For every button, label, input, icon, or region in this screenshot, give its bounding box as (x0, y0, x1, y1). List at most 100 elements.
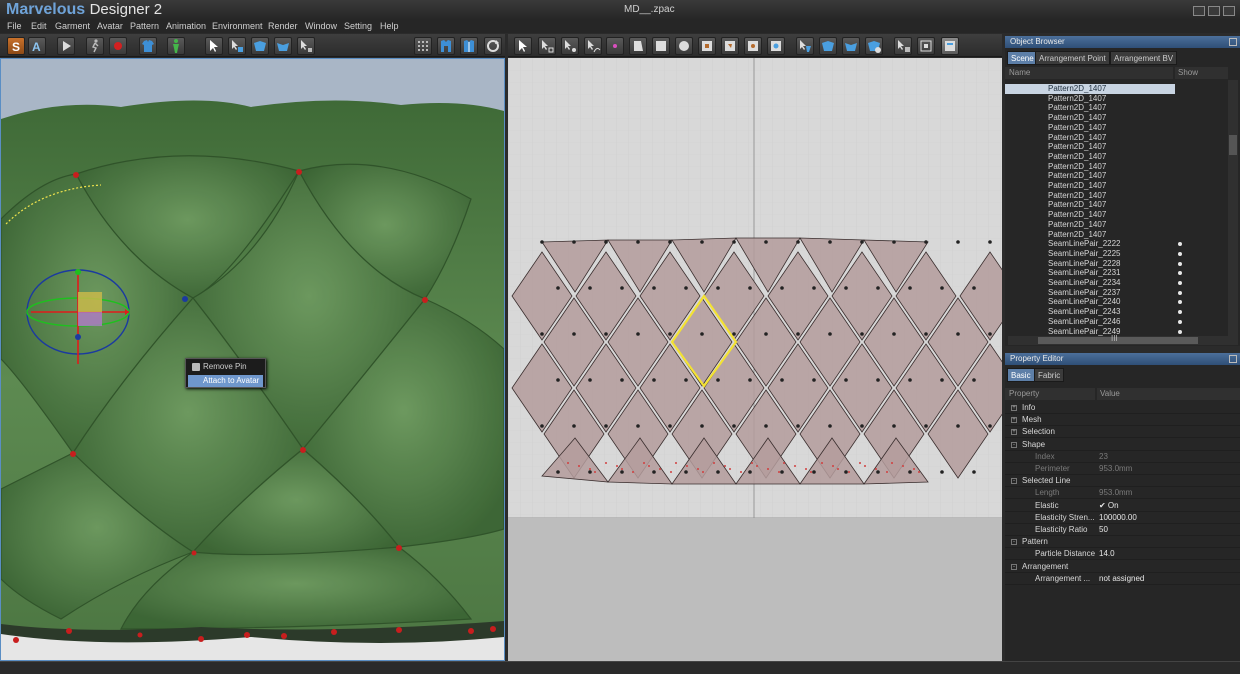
tree-row[interactable]: Pattern2D_1407 (1005, 84, 1175, 94)
property-row[interactable]: - Selected Line (1005, 475, 1240, 488)
visibility-dot-icon[interactable] (1178, 271, 1182, 276)
transform-icon[interactable] (538, 37, 556, 55)
move-icon[interactable] (228, 37, 246, 55)
scroll-thumb[interactable] (1229, 135, 1237, 155)
object-browser-hscrollbar[interactable]: III (1008, 334, 1238, 345)
play-icon[interactable] (57, 37, 75, 55)
segment-sew-icon[interactable] (796, 37, 814, 55)
property-row[interactable]: Elasticity Stren... 100000.00 (1005, 512, 1240, 524)
text-icon[interactable] (894, 37, 912, 55)
property-row[interactable]: - Shape (1005, 439, 1240, 451)
collapse-icon[interactable]: - (1011, 478, 1017, 485)
expand-icon[interactable]: + (1011, 429, 1017, 436)
tree-row[interactable]: Pattern2D_1407 (1005, 171, 1227, 181)
tree-row[interactable]: SeamLinePair_2243 (1005, 307, 1227, 317)
expand-icon[interactable]: + (1011, 417, 1017, 424)
property-row[interactable]: + Selection (1005, 426, 1240, 439)
circle-icon[interactable] (675, 37, 693, 55)
tree-row[interactable]: SeamLinePair_2228 (1005, 259, 1227, 269)
tree-row[interactable]: Pattern2D_1407 (1005, 210, 1227, 220)
polygon-icon[interactable] (629, 37, 647, 55)
property-value[interactable]: 100000.00 (1099, 512, 1137, 524)
property-row[interactable]: Elasticity Ratio 50 (1005, 524, 1240, 536)
tree-row[interactable]: SeamLinePair_2222 (1005, 239, 1227, 249)
property-value[interactable]: not assigned (1099, 573, 1144, 585)
curve-icon[interactable] (584, 37, 602, 55)
property-row[interactable]: Arrangement ... not assigned (1005, 573, 1240, 585)
visibility-dot-icon[interactable] (1178, 300, 1182, 305)
close-icon[interactable] (1229, 355, 1237, 363)
property-row[interactable]: Particle Distance 14.0 (1005, 548, 1240, 561)
tree-row[interactable]: SeamLinePair_2246 (1005, 317, 1227, 327)
tree-row[interactable]: SeamLinePair_2237 (1005, 288, 1227, 298)
pattern-canvas[interactable] (508, 58, 1002, 661)
record-icon[interactable] (109, 37, 127, 55)
remove-pin-menu-item[interactable]: Remove Pin (188, 361, 263, 373)
pin-icon[interactable] (182, 296, 188, 302)
menu-file[interactable]: File (7, 20, 22, 33)
tree-row[interactable]: Pattern2D_1407 (1005, 94, 1227, 104)
property-value[interactable]: ✔ On (1099, 500, 1119, 512)
object-browser-vscrollbar[interactable] (1228, 80, 1238, 336)
column-value[interactable]: Value (1097, 388, 1240, 400)
rectangle-icon[interactable] (652, 37, 670, 55)
property-row[interactable]: + Info (1005, 402, 1240, 414)
collapse-icon[interactable]: - (1011, 539, 1017, 546)
garment-icon[interactable] (139, 37, 157, 55)
property-value[interactable]: 14.0 (1099, 548, 1115, 560)
tree-row[interactable]: SeamLinePair_2231 (1005, 268, 1227, 278)
property-value[interactable]: 23 (1099, 451, 1108, 463)
menu-garment[interactable]: Garment (55, 20, 90, 33)
tab-arrangement-bv[interactable]: Arrangement BV (1110, 51, 1178, 65)
viewport-3d[interactable]: Remove Pin Attach to Avatar (0, 58, 505, 661)
internal-polygon-icon[interactable] (721, 37, 739, 55)
hole-icon[interactable] (767, 37, 785, 55)
refresh-icon[interactable] (484, 37, 502, 55)
tree-row[interactable]: Pattern2D_1407 (1005, 230, 1227, 240)
pin-icon[interactable] (297, 37, 315, 55)
minimize-button[interactable] (1193, 6, 1205, 16)
cloth-dots-icon[interactable] (414, 37, 432, 55)
property-value[interactable]: 953.0mm (1099, 463, 1132, 475)
property-row[interactable]: Index 23 (1005, 451, 1240, 463)
property-row[interactable]: Length 953.0mm (1005, 487, 1240, 500)
collapse-icon[interactable]: - (1011, 563, 1017, 570)
tree-row[interactable]: SeamLinePair_2225 (1005, 249, 1227, 259)
check-sew-icon[interactable] (865, 37, 883, 55)
property-row[interactable]: - Pattern (1005, 536, 1240, 549)
attach-to-avatar-menu-item[interactable]: Attach to Avatar (188, 375, 263, 387)
free-sew-icon[interactable] (819, 37, 837, 55)
visibility-dot-icon[interactable] (1178, 290, 1182, 295)
visibility-dot-icon[interactable] (1178, 310, 1182, 315)
collapse-icon[interactable]: - (1011, 441, 1017, 448)
column-show[interactable]: Show (1175, 67, 1228, 79)
maximize-button[interactable] (1208, 6, 1220, 16)
shirt-icon[interactable] (460, 37, 478, 55)
fold-icon[interactable] (842, 37, 860, 55)
menu-window[interactable]: Window (305, 20, 337, 33)
property-value[interactable]: 953.0mm (1099, 487, 1132, 499)
select-icon[interactable] (514, 37, 532, 55)
visibility-dot-icon[interactable] (1178, 329, 1182, 334)
tree-row[interactable]: Pattern2D_1407 (1005, 133, 1227, 143)
property-row[interactable]: - Arrangement (1005, 561, 1240, 573)
tree-row[interactable]: Pattern2D_1407 (1005, 191, 1227, 201)
tree-row[interactable]: Pattern2D_1407 (1005, 103, 1227, 113)
tree-row[interactable]: SeamLinePair_2240 (1005, 297, 1227, 307)
scroll-thumb[interactable] (1038, 337, 1198, 344)
property-row[interactable]: + Mesh (1005, 414, 1240, 427)
close-button[interactable] (1223, 6, 1235, 16)
menu-pattern[interactable]: Pattern (130, 20, 159, 33)
tab-scene[interactable]: Scene (1007, 51, 1038, 65)
visibility-dot-icon[interactable] (1178, 242, 1182, 247)
tree-row[interactable]: Pattern2D_1407 (1005, 113, 1227, 123)
property-row[interactable]: Perimeter 953.0mm (1005, 463, 1240, 475)
add-point-icon[interactable] (606, 37, 624, 55)
menu-edit[interactable]: Edit (31, 20, 47, 33)
pin-icon[interactable] (917, 37, 935, 55)
menu-environment[interactable]: Environment (212, 20, 263, 33)
tree-row[interactable]: Pattern2D_1407 (1005, 220, 1227, 230)
select-icon[interactable] (205, 37, 223, 55)
tab-arrangement-point[interactable]: Arrangement Point (1035, 51, 1110, 65)
column-name[interactable]: Name (1005, 67, 1173, 79)
